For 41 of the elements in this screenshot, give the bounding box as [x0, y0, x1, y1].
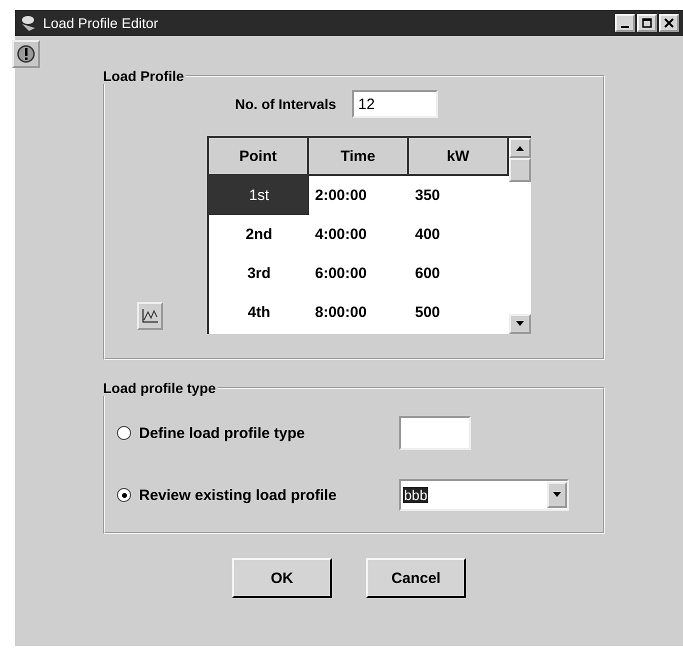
exclamation-icon	[16, 44, 36, 64]
line-chart-icon	[141, 308, 159, 324]
maximize-icon	[642, 18, 652, 28]
dialog-button[interactable]: OK	[232, 558, 332, 598]
table-cell[interactable]: 1st	[209, 176, 309, 215]
maximize-button[interactable]	[637, 14, 657, 32]
radio-option[interactable]: Define load profile type	[117, 424, 399, 442]
table-cell[interactable]: 2nd	[209, 215, 309, 254]
table-cell[interactable]: 500	[409, 293, 509, 332]
table-cell[interactable]: 4:00:00	[309, 215, 409, 254]
table-cell[interactable]: 3rd	[209, 254, 309, 293]
dropdown-arrow-icon	[552, 492, 562, 498]
table-cell[interactable]: 8:00:00	[309, 293, 409, 332]
close-icon	[664, 18, 674, 28]
minimize-icon	[621, 26, 629, 28]
table-cell[interactable]: 6:00:00	[309, 254, 409, 293]
down-arrow-icon	[515, 321, 525, 327]
dialog-button[interactable]: Cancel	[366, 558, 466, 598]
up-arrow-icon	[515, 145, 525, 151]
table-cell[interactable]: 600	[409, 254, 509, 293]
window-title: Load Profile Editor	[43, 15, 158, 31]
minimize-button[interactable]	[615, 14, 635, 32]
table-cell[interactable]: 2:00:00	[309, 176, 409, 215]
intervals-label: No. of Intervals	[235, 96, 336, 112]
intervals-field[interactable]: 12	[352, 90, 438, 118]
type-name-field[interactable]	[399, 416, 471, 450]
table-cell[interactable]: 4th	[209, 293, 309, 332]
close-button[interactable]	[659, 14, 679, 32]
radio-option[interactable]: Review existing load profile	[117, 486, 399, 504]
table-cell[interactable]: 400	[409, 215, 509, 254]
chart-button[interactable]	[137, 302, 163, 330]
scroll-thumb[interactable]	[509, 158, 531, 182]
table-cell[interactable]: 350	[409, 176, 509, 215]
column-header[interactable]: kW	[409, 138, 509, 176]
group-title: Load Profile	[102, 68, 185, 84]
help-button[interactable]	[12, 40, 40, 68]
column-header[interactable]: Time	[309, 138, 409, 176]
scrollbar[interactable]	[509, 138, 531, 334]
column-header[interactable]: Point	[209, 138, 309, 176]
group-title: Load profile type	[102, 380, 217, 396]
profile-dropdown[interactable]: bbb	[399, 479, 569, 511]
